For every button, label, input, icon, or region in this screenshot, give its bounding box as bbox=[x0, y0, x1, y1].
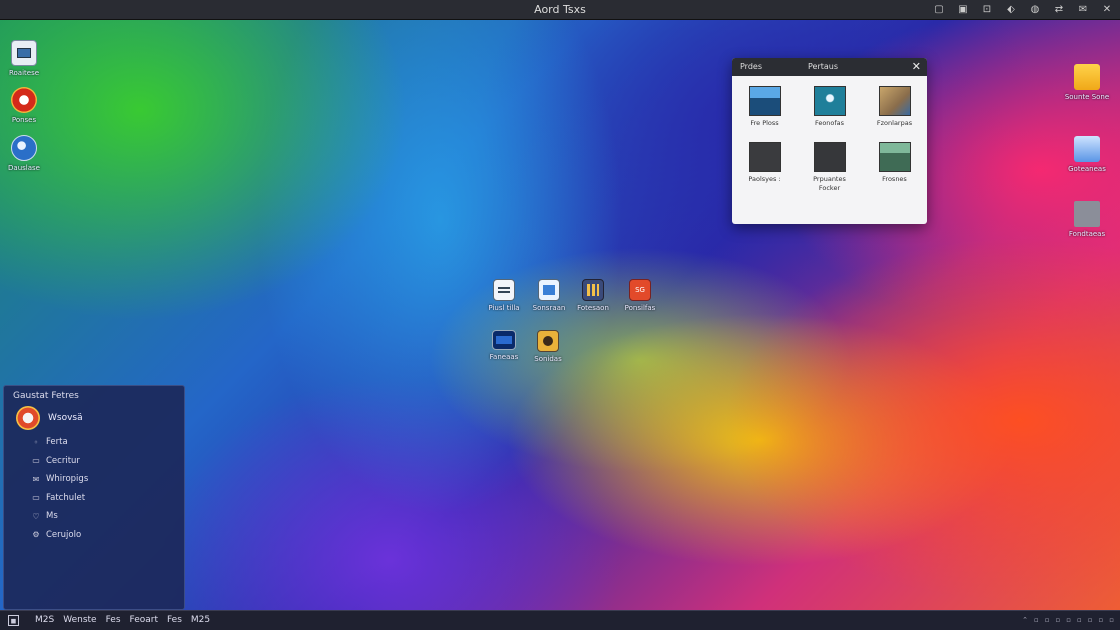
taskbar-app[interactable]: Fes bbox=[106, 615, 121, 625]
taskbar-app[interactable]: M25 bbox=[191, 615, 210, 625]
desktop-icon-browser[interactable]: Ponses bbox=[0, 87, 56, 124]
desktop-icon-globe[interactable]: Dauslase bbox=[0, 135, 56, 172]
start-button[interactable]: ◼ bbox=[8, 615, 19, 626]
thumbnail-item[interactable]: Frosnes bbox=[862, 142, 927, 193]
thumbnail-item[interactable]: Prpuantes Focker bbox=[797, 142, 862, 193]
taskbar-app[interactable]: Wenste bbox=[63, 615, 96, 625]
computer-icon bbox=[11, 40, 37, 66]
settings-icon: ⚙ bbox=[32, 530, 40, 540]
pin-icon[interactable]: ⬖ bbox=[1004, 2, 1018, 16]
disk-icon bbox=[1074, 201, 1100, 227]
desktop-icon-folder[interactable]: Sounte Sone bbox=[1055, 64, 1119, 101]
taskbar: ◼ M2S Wenste Fes Feoart Fes M25 ⌃ ▫ ▫ ▫ … bbox=[0, 610, 1120, 630]
image-icon bbox=[538, 279, 560, 301]
tray-icon[interactable]: ▫ bbox=[1056, 616, 1061, 624]
thumbnail-image bbox=[748, 86, 781, 116]
top-bar-tray: ▢ ▣ ⊡ ⬖ ◍ ⇄ ✉ ✕ bbox=[932, 2, 1114, 16]
tray-icon[interactable]: ▫ bbox=[1066, 616, 1071, 624]
system-tray: ⌃ ▫ ▫ ▫ ▫ ▫ ▫ ▫ ▫ bbox=[1022, 616, 1114, 624]
search-icon: ◦ bbox=[33, 437, 39, 447]
menu-item-whiropigs[interactable]: ✉ Whiropigs bbox=[32, 470, 89, 489]
tray-icon[interactable]: ▫ bbox=[1109, 616, 1114, 624]
menu-item-ms[interactable]: ♡ Ms bbox=[32, 507, 88, 526]
browser-icon bbox=[11, 87, 37, 113]
taskbar-apps: M2S Wenste Fes Feoart Fes M25 bbox=[35, 615, 210, 625]
arrows-icon[interactable]: ⇄ bbox=[1052, 2, 1066, 16]
desktop-icon-computer[interactable]: Roaitese bbox=[0, 40, 56, 77]
menu-item-fatchulet[interactable]: ▭ Fatchulet bbox=[32, 489, 88, 508]
thumbnail-image bbox=[878, 142, 911, 172]
folder-icon: ▭ bbox=[32, 493, 40, 503]
monitor-icon bbox=[492, 330, 516, 350]
user-profile[interactable]: Wsovsä bbox=[16, 406, 83, 430]
tab-pertaus[interactable]: Pertaus bbox=[808, 62, 838, 71]
document-icon bbox=[493, 279, 515, 301]
taskbar-app[interactable]: Fes bbox=[167, 615, 182, 625]
menu-item-cerujolo[interactable]: ⚙ Cerujolo bbox=[32, 526, 88, 545]
desktop-icon-disk[interactable]: Fondtaeas bbox=[1055, 201, 1119, 238]
tray-icon[interactable]: ▫ bbox=[1045, 616, 1050, 624]
heart-icon: ♡ bbox=[32, 511, 40, 521]
folder-icon bbox=[1074, 64, 1100, 90]
close-icon[interactable]: ✕ bbox=[912, 60, 921, 73]
sg-app-icon: SG bbox=[629, 279, 651, 301]
tray-icon[interactable]: ▫ bbox=[1099, 616, 1104, 624]
thumbnail-image bbox=[813, 142, 846, 172]
thumbnail-item[interactable]: Feonofas bbox=[797, 86, 862, 128]
thumbnail-grid: Fre Ploss Feonofas Fzonlarpas Paolsyes :… bbox=[732, 86, 927, 193]
top-bar: Aord Tsxs ▢ ▣ ⊡ ⬖ ◍ ⇄ ✉ ✕ bbox=[0, 0, 1120, 20]
thumbnail-item[interactable]: Paolsyes : bbox=[732, 142, 797, 193]
tab-prdes[interactable]: Prdes bbox=[740, 62, 762, 71]
menu-item-cecritur[interactable]: ▭ Cecritur bbox=[32, 452, 88, 471]
tray-icon[interactable]: ▫ bbox=[1034, 616, 1039, 624]
window-icon[interactable]: ▢ bbox=[932, 2, 946, 16]
close-icon[interactable]: ✕ bbox=[1100, 2, 1114, 16]
photos-window[interactable]: Prdes Pertaus ✕ Fre Ploss Feonofas Fzonl… bbox=[732, 58, 927, 224]
thumbnail-image bbox=[878, 86, 911, 116]
taskbar-app[interactable]: M2S bbox=[35, 615, 54, 625]
taskbar-app[interactable]: Feoart bbox=[130, 615, 158, 625]
mail-icon: ✉ bbox=[32, 474, 40, 484]
desktop-icon-sg-app[interactable]: SG Ponsilfas bbox=[608, 279, 672, 312]
thumbnail-item[interactable]: Fzonlarpas bbox=[862, 86, 927, 128]
desktop-icon-folder-blue[interactable]: Goteaneas bbox=[1055, 136, 1119, 173]
apps-icon bbox=[582, 279, 604, 301]
mail-icon[interactable]: ✉ bbox=[1076, 2, 1090, 16]
chevron-up-icon[interactable]: ⌃ bbox=[1022, 616, 1028, 624]
avatar bbox=[16, 406, 40, 430]
screen-icon[interactable]: ⊡ bbox=[980, 2, 994, 16]
thumbnail-image bbox=[748, 142, 781, 172]
start-menu: Gaustat Fetres Wsovsä ◦ Ferta ▭ Cecritur… bbox=[3, 385, 185, 610]
globe-icon[interactable]: ◍ bbox=[1028, 2, 1042, 16]
globe-icon bbox=[11, 135, 37, 161]
menu-item-ferta[interactable]: ◦ Ferta bbox=[32, 433, 88, 452]
camera-icon[interactable]: ▣ bbox=[956, 2, 970, 16]
thumbnail-image bbox=[813, 86, 846, 116]
start-menu-title: Gaustat Fetres bbox=[13, 391, 79, 401]
thumbnail-item[interactable]: Fre Ploss bbox=[732, 86, 797, 128]
tray-icon[interactable]: ▫ bbox=[1088, 616, 1093, 624]
desktop-icon-paint[interactable]: Sonidas bbox=[516, 330, 580, 363]
tray-icon[interactable]: ▫ bbox=[1077, 616, 1082, 624]
start-menu-items: ◦ Ferta ▭ Cecritur ✉ Whiropigs ▭ Fatchul… bbox=[32, 433, 88, 544]
photos-window-header[interactable]: Prdes Pertaus ✕ bbox=[732, 58, 927, 76]
folder-blue-icon bbox=[1074, 136, 1100, 162]
user-name: Wsovsä bbox=[48, 413, 83, 423]
paint-icon bbox=[537, 330, 559, 352]
document-icon: ▭ bbox=[32, 456, 40, 466]
